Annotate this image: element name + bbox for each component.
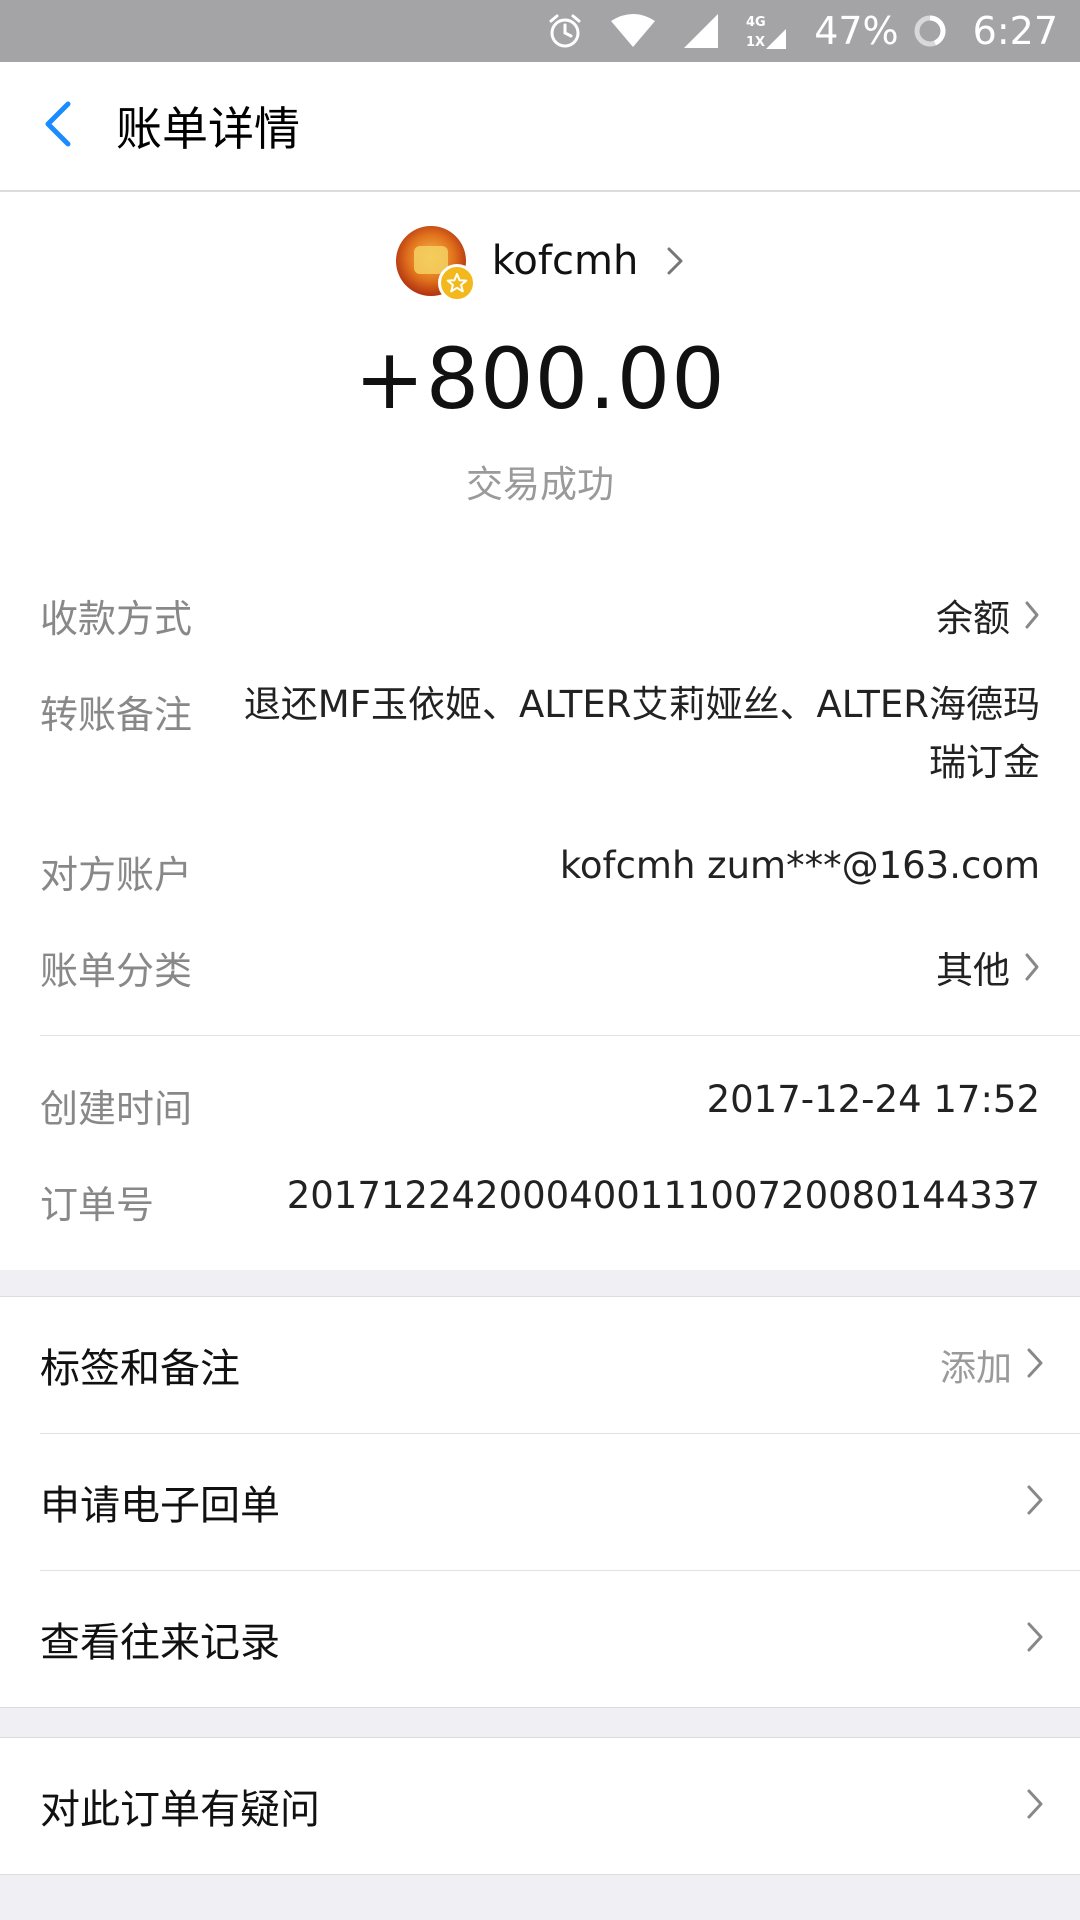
detail-value: 2017-12-24 17:52 bbox=[706, 1078, 1040, 1121]
svg-text:4G: 4G bbox=[746, 15, 766, 30]
chevron-right-icon bbox=[1026, 1788, 1044, 1824]
order-question-item[interactable]: 对此订单有疑问 bbox=[0, 1738, 1080, 1874]
back-button[interactable] bbox=[8, 62, 108, 190]
detail-label: 转账备注 bbox=[40, 693, 193, 737]
chevron-right-icon bbox=[1024, 952, 1040, 982]
section-divider bbox=[40, 1035, 1080, 1036]
detail-row-remark: 转账备注 退还MF玉依姬、ALTER艾莉娅丝、ALTER海德玛瑞订金 bbox=[40, 683, 1040, 792]
alarm-icon bbox=[546, 12, 584, 50]
star-badge-icon bbox=[437, 264, 476, 302]
list-item-label: 申请电子回单 bbox=[40, 1483, 280, 1529]
chevron-right-icon bbox=[1026, 1621, 1044, 1657]
battery-icon bbox=[913, 14, 947, 48]
amount: +800.00 bbox=[354, 330, 726, 428]
detail-label: 对方账户 bbox=[40, 853, 193, 897]
screen: 4G 1X 47% 6:27 账单详情 kofcmh +800.00 交易成功 … bbox=[0, 0, 1080, 1920]
battery-percent: 47% bbox=[814, 9, 899, 53]
detail-row-counterparty: 对方账户 kofcmh zum***@163.com bbox=[40, 844, 1040, 899]
detail-row-payment-method[interactable]: 收款方式 余额 bbox=[40, 588, 1040, 643]
request-receipt-item[interactable]: 申请电子回单 bbox=[0, 1434, 1080, 1570]
tags-and-notes-item[interactable]: 标签和备注 添加 bbox=[0, 1297, 1080, 1433]
chevron-right-icon bbox=[1026, 1484, 1044, 1520]
question-section: 对此订单有疑问 bbox=[0, 1737, 1080, 1875]
wifi-icon bbox=[610, 13, 656, 49]
detail-row-created-time: 创建时间 2017-12-24 17:52 bbox=[40, 1078, 1040, 1133]
list-item-label: 标签和备注 bbox=[40, 1346, 240, 1392]
detail-label: 订单号 bbox=[40, 1183, 155, 1227]
chevron-right-icon bbox=[1024, 600, 1040, 630]
add-hint: 添加 bbox=[939, 1348, 1012, 1389]
status-bar: 4G 1X 47% 6:27 bbox=[0, 0, 1080, 62]
detail-value: 退还MF玉依姬、ALTER艾莉娅丝、ALTER海德玛瑞订金 bbox=[243, 683, 1040, 784]
avatar bbox=[395, 226, 476, 302]
detail-panel: kofcmh +800.00 交易成功 收款方式 余额 转账备注 退还MF玉依姬… bbox=[0, 192, 1080, 1270]
detail-label: 创建时间 bbox=[40, 1087, 193, 1131]
list-item-label: 对此订单有疑问 bbox=[40, 1787, 320, 1833]
list-item-label: 查看往来记录 bbox=[40, 1620, 280, 1666]
title-bar: 账单详情 bbox=[0, 62, 1080, 192]
detail-value: 其他 bbox=[936, 949, 1010, 992]
back-arrow-icon bbox=[43, 101, 73, 151]
view-history-item[interactable]: 查看往来记录 bbox=[0, 1571, 1080, 1707]
page-title: 账单详情 bbox=[116, 102, 300, 156]
detail-value: 余额 bbox=[936, 597, 1010, 640]
svg-text:1X: 1X bbox=[746, 35, 765, 50]
detail-label: 账单分类 bbox=[40, 949, 193, 993]
detail-row-category[interactable]: 账单分类 其他 bbox=[40, 940, 1040, 995]
action-list: 标签和备注 添加 申请电子回单 查看往来记录 bbox=[0, 1296, 1080, 1708]
network-type-icon: 4G 1X bbox=[746, 11, 788, 51]
payee-link[interactable]: kofcmh bbox=[0, 226, 1080, 302]
detail-row-order-number: 订单号 20171224200040011100720080144337 bbox=[40, 1174, 1040, 1229]
detail-value: kofcmh zum***@163.com bbox=[559, 844, 1040, 887]
chevron-right-icon bbox=[1026, 1347, 1044, 1383]
detail-value: 20171224200040011100720080144337 bbox=[286, 1174, 1040, 1217]
payee-name: kofcmh bbox=[491, 238, 639, 284]
transaction-status: 交易成功 bbox=[466, 463, 614, 506]
clock: 6:27 bbox=[972, 9, 1058, 53]
signal-icon bbox=[682, 12, 720, 50]
detail-label: 收款方式 bbox=[40, 597, 193, 641]
chevron-right-icon bbox=[666, 246, 684, 276]
